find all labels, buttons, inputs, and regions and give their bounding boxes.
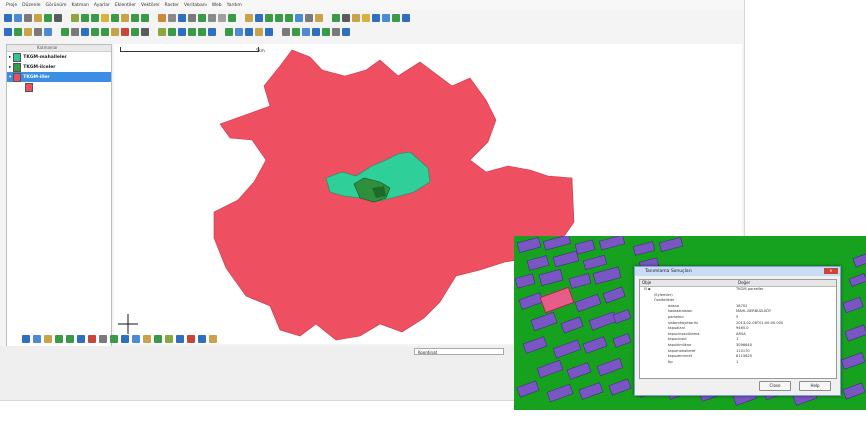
tool-button-icon[interactable] [176,335,184,343]
tool-button-icon[interactable] [33,335,41,343]
parcel-polygon [582,255,608,270]
parcel-polygon [518,292,544,310]
tool-button-icon[interactable] [22,335,30,343]
close-button[interactable]: Close [759,381,791,391]
parcel-polygon [632,241,656,256]
parcel-polygon [582,336,608,354]
parcel-inset-view: Tanımlama Sonuçları ✕ Obje Değer ⊟ ▪ TKG… [514,236,866,410]
row-value: 8115625 [736,354,753,359]
parcel-polygon [658,237,684,252]
row-value: TKGM-parseller [736,287,764,291]
close-icon[interactable]: ✕ [824,268,838,274]
tool-button-icon[interactable] [55,335,63,343]
parcel-polygon [514,273,536,289]
tool-button-icon[interactable] [187,335,195,343]
row-value: 1 [736,359,739,364]
tool-button-icon[interactable] [209,335,217,343]
tool-button-icon[interactable] [88,335,96,343]
parcel-polygon [598,236,626,251]
parcel-polygon [596,357,624,377]
parcel-polygon [602,286,626,304]
parcel-polygon [522,336,548,354]
parcel-polygon [844,324,866,342]
parcel-polygon [552,250,580,268]
row-key: tip [668,359,673,364]
parcel-polygon [848,273,866,287]
selected-parcel-polygon[interactable] [539,286,575,314]
parcel-polygon [578,382,604,400]
coordinate-field[interactable]: Koordinat [414,348,504,355]
parcel-polygon [842,382,866,400]
tool-button-icon[interactable] [121,335,129,343]
parcel-polygon [566,362,592,380]
tool-button-icon[interactable] [44,335,52,343]
tool-button-icon[interactable] [165,335,173,343]
parcel-polygon [552,339,582,359]
parcel-polygon [530,311,558,332]
tool-button-icon[interactable] [77,335,85,343]
parcel-polygon [588,311,618,331]
parcel-polygon [840,352,866,370]
parcel-polygon [516,380,540,398]
parcel-polygon [612,333,632,348]
parcel-polygon [852,253,866,268]
parcel-polygon [516,237,542,253]
dialog-title: Tanımlama Sonuçları ✕ [635,267,840,276]
column-value: Değer [738,280,751,285]
parcel-polygon [592,266,622,285]
tool-button-icon[interactable] [110,335,118,343]
dialog-title-text: Tanımlama Sonuçları [645,269,692,274]
bottom-toolbar [22,333,217,345]
row-value: MAHL.BERBUZLKÖY [736,309,772,314]
parcel-polygon [842,296,864,314]
coordinate-label: Koordinat [418,350,438,355]
parcel-polygon [574,239,596,255]
results-table-header: Obje Değer [640,280,836,287]
parcel-polygon [536,359,564,379]
row-layer-icon: ▪ [648,287,651,291]
help-button[interactable]: Help [799,381,831,391]
results-table: Obje Değer ⊟ ▪ TKGM-parseller (Eylemler)… [639,279,837,379]
tool-button-icon[interactable] [198,335,206,343]
tool-button-icon[interactable] [154,335,162,343]
results-rows: (Eylemler) Öznitelikler adano 18702 kadastra… [640,293,836,366]
parcel-polygon [568,273,592,289]
parcel-polygon [526,255,550,271]
parcel-polygon [560,316,584,334]
tool-button-icon[interactable] [132,335,140,343]
tool-button-icon[interactable] [143,335,151,343]
column-feature: Obje [642,280,652,285]
parcel-polygon [574,293,602,313]
parcel-polygon [608,378,632,396]
parcel-polygon [542,236,572,251]
tool-button-icon[interactable] [66,335,74,343]
identify-results-dialog: Tanımlama Sonuçları ✕ Obje Değer ⊟ ▪ TKG… [634,266,841,396]
parcel-polygon [612,309,632,324]
table-row[interactable]: tip 1 [640,360,836,366]
map-crosshair-icon [118,314,138,334]
parcel-polygon [546,383,574,403]
parcel-polygon [538,269,564,286]
tool-button-icon[interactable] [99,335,107,343]
